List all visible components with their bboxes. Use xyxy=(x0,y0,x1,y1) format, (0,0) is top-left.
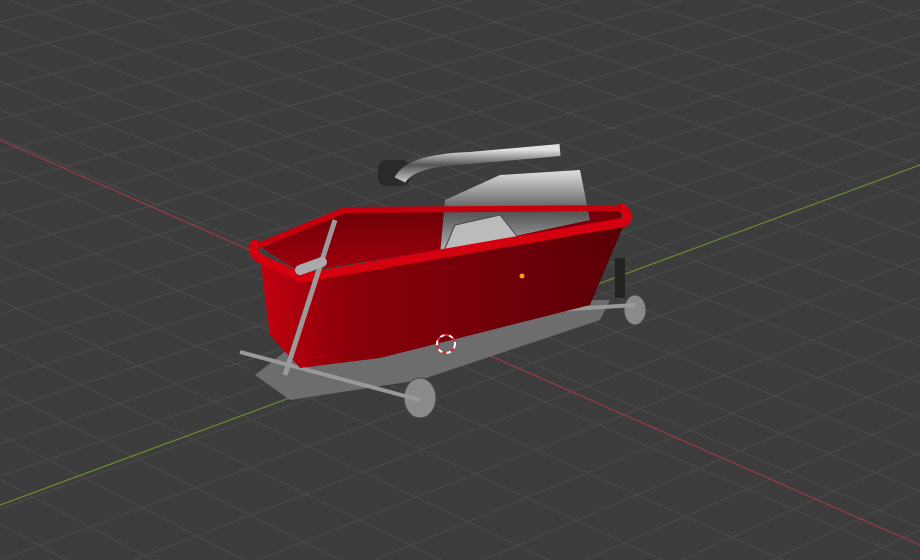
grid-line xyxy=(338,0,920,202)
viewport-canvas[interactable] xyxy=(0,0,920,560)
grid-line xyxy=(0,523,67,560)
grid-line xyxy=(0,0,473,120)
grid-line xyxy=(431,0,920,166)
suspension-spring xyxy=(615,258,625,298)
grid-line xyxy=(483,374,920,560)
grid-line xyxy=(740,0,920,57)
grid-line xyxy=(0,0,683,185)
grid-line xyxy=(0,479,154,560)
3d-viewport[interactable] xyxy=(0,0,920,560)
grid-line xyxy=(771,490,920,560)
grid-line xyxy=(856,529,920,560)
grid-line xyxy=(0,389,341,560)
grid-line xyxy=(0,434,245,560)
grid-line xyxy=(855,0,920,20)
wagon-model[interactable] xyxy=(239,144,647,419)
grid-line xyxy=(681,451,920,560)
wheel xyxy=(623,294,647,326)
grid-line xyxy=(528,0,920,129)
grid-line xyxy=(374,335,920,560)
grid-line xyxy=(0,0,96,23)
grid-line xyxy=(585,413,920,560)
grid-line xyxy=(0,0,231,55)
origin-point xyxy=(519,273,525,279)
